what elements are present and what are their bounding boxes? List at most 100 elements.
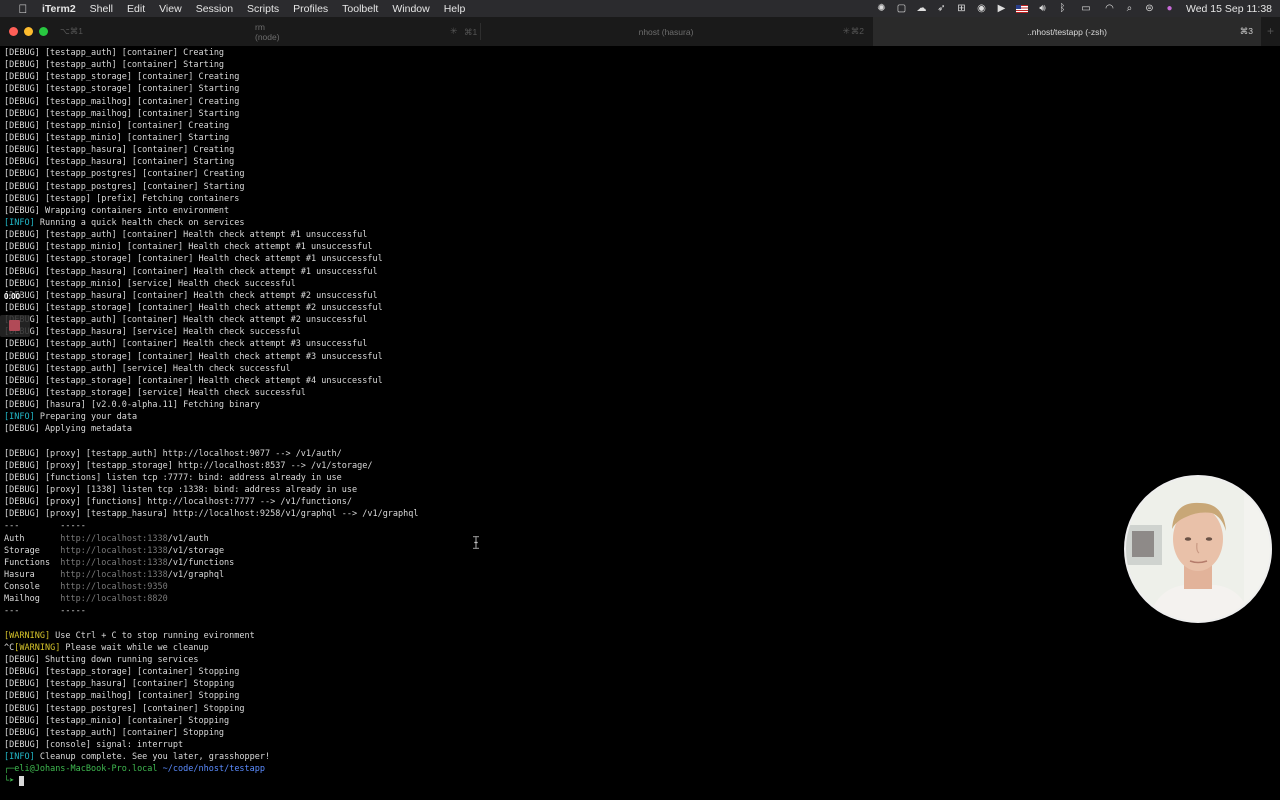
bluetooth-icon[interactable]: ᛒ <box>1057 3 1068 14</box>
terminal-output[interactable]: [DEBUG] [testapp_auth] [container] Creat… <box>4 47 1114 792</box>
terminal-cursor <box>19 775 25 786</box>
terminal-line: [WARNING] Use Ctrl + C to stop running e… <box>4 630 1114 642</box>
tab-shortcut: ⌘3 <box>1239 26 1253 36</box>
new-tab-icon[interactable]: + <box>1267 24 1274 38</box>
terminal-text: [DEBUG] [testapp_hasura] [container] Hea… <box>4 266 378 277</box>
terminal-text: Auth <box>4 533 61 544</box>
terminal-line: [DEBUG] [testapp_minio] [container] Heal… <box>4 241 1114 253</box>
terminal-text: [DEBUG] [proxy] [functions] http://local… <box>4 497 352 508</box>
tab-rm-node[interactable]: ⌥⌘1 rm (node) <box>0 17 288 46</box>
menu-shell[interactable]: Shell <box>90 3 113 15</box>
text-cursor-icon <box>473 536 479 549</box>
terminal-text: Functions <box>4 557 61 568</box>
tab-title: nhost (hasura) <box>638 26 694 37</box>
terminal-text: [DEBUG] [testapp_hasura] [container] Sta… <box>4 157 235 168</box>
terminal-text: [INFO] <box>4 217 35 228</box>
menu-window[interactable]: Window <box>392 3 429 15</box>
rocket-icon[interactable]: ➶ <box>936 3 947 14</box>
terminal-text: [DEBUG] [testapp_mailhog] [container] Cr… <box>4 96 240 107</box>
tab-nhost-hasura[interactable]: nhost (hasura) ✳ ⌘2 <box>480 17 872 46</box>
terminal-line: [DEBUG] [testapp_auth] [container] Healt… <box>4 338 1114 350</box>
terminal-line: [DEBUG] [testapp_auth] [container] Start… <box>4 59 1114 71</box>
terminal-line: [DEBUG] [testapp_minio] [container] Stop… <box>4 715 1114 727</box>
apple-icon[interactable]:  <box>16 2 30 16</box>
terminal-text: /v1/graphql <box>167 570 225 581</box>
menu-edit[interactable]: Edit <box>127 3 145 15</box>
menu-scripts[interactable]: Scripts <box>247 3 279 15</box>
terminal-line: [DEBUG] [testapp_auth] [container] Creat… <box>4 47 1114 59</box>
terminal-line: [DEBUG] [testapp_hasura] [container] Sta… <box>4 156 1114 168</box>
terminal-text: Preparing your data <box>34 412 138 423</box>
menu-app-name[interactable]: iTerm2 <box>42 3 76 15</box>
terminal-text: [DEBUG] [testapp_hasura] [service] Healt… <box>4 327 301 338</box>
tab-testapp-zsh[interactable]: ..nhost/testapp (-zsh) ⌘3 <box>873 17 1261 46</box>
iterm-tab-bar: ⌥⌘1 rm (node) ✳ ⌘1 nhost (hasura) ✳ ⌘2 .… <box>0 17 1280 46</box>
menu-clock[interactable]: Wed 15 Sep 11:38 <box>1186 3 1272 15</box>
terminal-line: Console http://localhost:9350 <box>4 581 1114 593</box>
search-icon[interactable]: ⌕ <box>1124 3 1135 14</box>
terminal-line: [DEBUG] [functions] listen tcp :7777: bi… <box>4 472 1114 484</box>
terminal-text: [DEBUG] [proxy] [testapp_hasura] http://… <box>4 509 419 520</box>
terminal-text: [DEBUG] [testapp_storage] [container] He… <box>4 375 383 386</box>
terminal-line: Functions http://localhost:1338/v1/funct… <box>4 557 1114 569</box>
menu-profiles[interactable]: Profiles <box>293 3 328 15</box>
terminal-text: [DEBUG] [testapp_hasura] [container] Hea… <box>4 290 378 301</box>
tab-shortcut: ⌘2 <box>850 26 864 36</box>
volume-icon[interactable]: 🔊︎ <box>1037 3 1048 14</box>
terminal-text: [DEBUG] [testapp] [prefix] Fetching cont… <box>4 193 240 204</box>
terminal-text: [DEBUG] [proxy] [testapp_storage] http:/… <box>4 460 373 471</box>
terminal-text: [DEBUG] [testapp_mailhog] [container] St… <box>4 691 240 702</box>
stop-recording-button[interactable] <box>9 320 20 331</box>
us-flag-icon[interactable] <box>1015 4 1028 13</box>
terminal-text: [DEBUG] [testapp_storage] [container] St… <box>4 667 240 678</box>
brightness-icon[interactable]: ✺ <box>876 3 887 14</box>
terminal-text: [DEBUG] [proxy] [1338] listen tcp :1338:… <box>4 485 358 496</box>
terminal-line: [DEBUG] [testapp_storage] [container] He… <box>4 351 1114 363</box>
terminal-line: [DEBUG] [testapp_storage] [container] He… <box>4 302 1114 314</box>
tab-shortcut: ⌘1 <box>464 27 478 37</box>
cloud-sync-icon[interactable]: ☁ <box>916 3 927 14</box>
terminal-text: [DEBUG] [testapp_auth] [container] Healt… <box>4 230 368 241</box>
control-center-icon[interactable]: ⊜ <box>1144 3 1155 14</box>
onepassword-icon[interactable]: ◉ <box>976 3 987 14</box>
wifi-icon[interactable]: ◠ <box>1104 3 1115 14</box>
terminal-line: [DEBUG] [proxy] [functions] http://local… <box>4 496 1114 508</box>
terminal-text: [DEBUG] [testapp_hasura] [container] Sto… <box>4 679 235 690</box>
terminal-line: Mailhog http://localhost:8820 <box>4 593 1114 605</box>
terminal-text: ^C <box>4 642 15 653</box>
terminal-text: [DEBUG] Applying metadata <box>4 424 132 435</box>
stop-square-icon[interactable]: ▢ <box>896 3 907 14</box>
terminal-text: --- ----- <box>4 606 86 617</box>
presenter-video <box>1126 477 1270 621</box>
menu-help[interactable]: Help <box>444 3 466 15</box>
webcam-overlay <box>1124 475 1272 623</box>
terminal-line: [DEBUG] [testapp_auth] [container] Healt… <box>4 314 1114 326</box>
terminal-text: [DEBUG] [testapp_auth] [container] Healt… <box>4 339 368 350</box>
menu-session[interactable]: Session <box>196 3 233 15</box>
menu-toolbelt[interactable]: Toolbelt <box>342 3 378 15</box>
terminal-text: [WARNING] <box>4 630 51 641</box>
terminal-line: [DEBUG] [testapp_minio] [container] Star… <box>4 132 1114 144</box>
terminal-text: http://localhost:8820 <box>60 594 168 605</box>
terminal-line: [DEBUG] [testapp] [prefix] Fetching cont… <box>4 193 1114 205</box>
terminal-line: [DEBUG] [proxy] [1338] listen tcp :1338:… <box>4 484 1114 496</box>
terminal-line: [INFO] Cleanup complete. See you later, … <box>4 751 1114 763</box>
terminal-text: [DEBUG] [testapp_hasura] [container] Cre… <box>4 145 235 156</box>
battery-icon[interactable]: ▭ <box>1077 3 1095 14</box>
terminal-text: ┌─ <box>4 764 15 775</box>
terminal-line: [DEBUG] [proxy] [testapp_storage] http:/… <box>4 460 1114 472</box>
menu-view[interactable]: View <box>159 3 182 15</box>
window-grid-icon[interactable]: ⊞ <box>956 3 967 14</box>
siri-icon[interactable]: ● <box>1164 3 1175 14</box>
terminal-text: [DEBUG] [testapp_minio] [container] Star… <box>4 132 230 143</box>
terminal-text: [DEBUG] [testapp_storage] [container] He… <box>4 254 383 265</box>
terminal-line: [DEBUG] [testapp_mailhog] [container] St… <box>4 108 1114 120</box>
terminal-text: [DEBUG] [testapp_mailhog] [container] St… <box>4 108 240 119</box>
terminal-line: [DEBUG] [testapp_hasura] [container] Cre… <box>4 144 1114 156</box>
terminal-line: [INFO] Running a quick health check on s… <box>4 217 1114 229</box>
terminal-text: [DEBUG] [testapp_auth] [service] Health … <box>4 363 291 374</box>
play-icon[interactable]: ▶ <box>996 3 1007 14</box>
terminal-line: [DEBUG] [console] signal: interrupt <box>4 739 1114 751</box>
